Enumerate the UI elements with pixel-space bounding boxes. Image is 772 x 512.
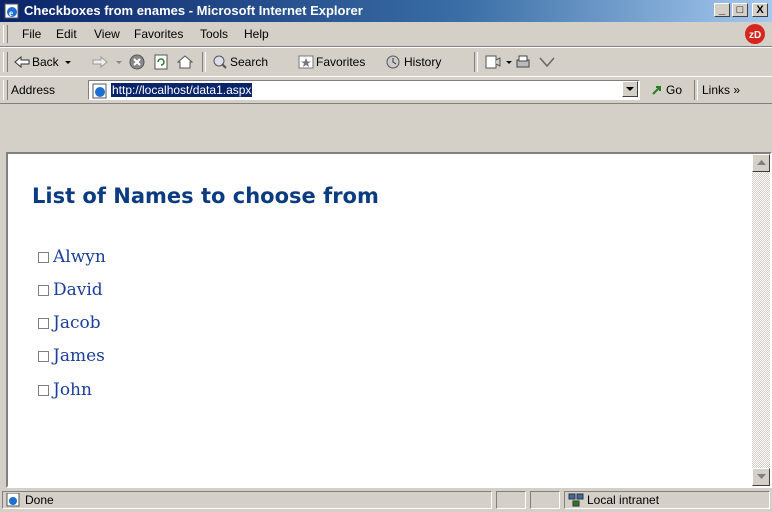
title-bar[interactable]: e Checkboxes from enames - Microsoft Int… <box>0 0 772 22</box>
scroll-up-button[interactable] <box>752 154 770 172</box>
option-jacob[interactable]: Jacob <box>38 312 101 334</box>
minimize-button[interactable]: _ <box>714 3 730 17</box>
go-label: Go <box>666 83 683 97</box>
page-heading: List of Names to choose from <box>32 184 379 208</box>
chevron-down-icon <box>626 87 634 91</box>
option-label: James <box>53 346 105 366</box>
scroll-down-button[interactable] <box>752 468 770 486</box>
toolbar-separator <box>202 52 206 72</box>
links-separator <box>694 80 698 100</box>
option-label: Alwyn <box>53 247 106 267</box>
go-button[interactable]: Go <box>650 83 682 97</box>
ie-page-icon: e <box>4 3 19 19</box>
mail-icon <box>485 55 501 69</box>
address-dropdown-button[interactable] <box>622 81 638 97</box>
status-panel-empty <box>530 491 560 509</box>
favorites-label: Favorites <box>316 55 366 69</box>
page-done-icon <box>6 493 20 507</box>
checkbox[interactable] <box>38 350 49 362</box>
home-button[interactable] <box>176 52 196 72</box>
option-alwyn[interactable]: Alwyn <box>38 246 106 268</box>
back-button[interactable]: Back <box>14 52 75 72</box>
address-bar: Address http://localhost/data1.aspx Go L… <box>0 76 772 104</box>
address-grip[interactable] <box>3 80 8 100</box>
menu-favorites[interactable]: Favorites <box>134 27 183 41</box>
history-label: History <box>404 55 442 69</box>
search-label: Search <box>230 55 269 69</box>
menu-bar: File Edit View Favorites Tools Help zD <box>0 22 772 47</box>
back-label: Back <box>32 55 59 69</box>
forward-arrow-icon <box>92 55 108 69</box>
menu-help[interactable]: Help <box>244 27 269 41</box>
status-panel-empty <box>496 491 526 509</box>
back-arrow-icon <box>14 55 30 69</box>
menu-view[interactable]: View <box>94 27 120 41</box>
checkbox[interactable] <box>38 251 49 263</box>
vertical-scrollbar[interactable] <box>752 154 770 486</box>
scroll-up-arrow-icon <box>757 160 766 165</box>
option-david[interactable]: David <box>38 279 103 301</box>
zone-panel: Local intranet <box>564 491 770 509</box>
refresh-icon <box>154 54 168 70</box>
forward-button[interactable] <box>92 52 126 72</box>
standard-toolbar: Back Search Favorites History <box>0 47 772 77</box>
svg-text:e: e <box>9 8 13 18</box>
option-john[interactable]: John <box>38 379 92 401</box>
option-label: Jacob <box>53 313 101 333</box>
search-icon <box>213 55 227 69</box>
page-icon <box>92 83 107 99</box>
toolbar-grip[interactable] <box>3 52 8 72</box>
checkbox[interactable] <box>38 284 49 296</box>
scroll-down-arrow-icon <box>757 474 766 479</box>
intranet-zone-icon <box>568 493 584 507</box>
menu-grip[interactable] <box>3 25 8 43</box>
favorites-star-icon <box>298 55 314 69</box>
printer-icon <box>516 55 530 68</box>
stop-button[interactable] <box>128 52 148 72</box>
menu-file[interactable]: File <box>22 27 41 41</box>
status-text-panel: Done <box>2 491 492 509</box>
links-button[interactable]: Links » <box>702 83 740 97</box>
maximize-button[interactable]: □ <box>732 3 748 17</box>
go-arrow-icon <box>652 86 661 95</box>
menu-tools[interactable]: Tools <box>200 27 228 41</box>
address-input[interactable]: http://localhost/data1.aspx <box>88 80 640 100</box>
chevron-down-icon <box>116 61 122 64</box>
home-icon <box>176 55 194 69</box>
svg-text:zD: zD <box>749 30 761 41</box>
window-title: Checkboxes from enames - Microsoft Inter… <box>24 3 363 18</box>
favorites-button[interactable]: Favorites <box>298 52 365 72</box>
discuss-button[interactable] <box>538 52 558 72</box>
mail-button[interactable] <box>484 52 516 72</box>
close-button[interactable]: X <box>752 3 768 17</box>
chevron-down-icon <box>64 61 71 64</box>
option-label: David <box>53 280 103 300</box>
browser-window: e Checkboxes from enames - Microsoft Int… <box>0 0 772 512</box>
option-james[interactable]: James <box>38 345 105 367</box>
page-content: List of Names to choose from Alwyn David… <box>8 154 752 486</box>
print-button[interactable] <box>514 52 534 72</box>
address-label: Address <box>11 83 56 97</box>
address-url: http://localhost/data1.aspx <box>111 83 253 97</box>
status-text: Done <box>25 493 54 507</box>
checkbox[interactable] <box>38 384 49 396</box>
option-label: John <box>53 380 92 400</box>
search-button[interactable]: Search <box>212 52 268 72</box>
chevron-down-icon <box>506 61 512 64</box>
toolbar-separator <box>474 52 478 72</box>
history-icon <box>386 55 400 69</box>
history-button[interactable]: History <box>384 52 441 72</box>
refresh-button[interactable] <box>152 52 172 72</box>
browser-logo-icon: zD <box>745 24 765 44</box>
checkbox[interactable] <box>38 317 49 329</box>
discuss-icon <box>539 57 555 68</box>
zone-text: Local intranet <box>587 493 660 507</box>
menu-edit[interactable]: Edit <box>56 27 77 41</box>
status-bar: Done Local intranet <box>0 488 772 512</box>
stop-icon <box>129 54 145 70</box>
